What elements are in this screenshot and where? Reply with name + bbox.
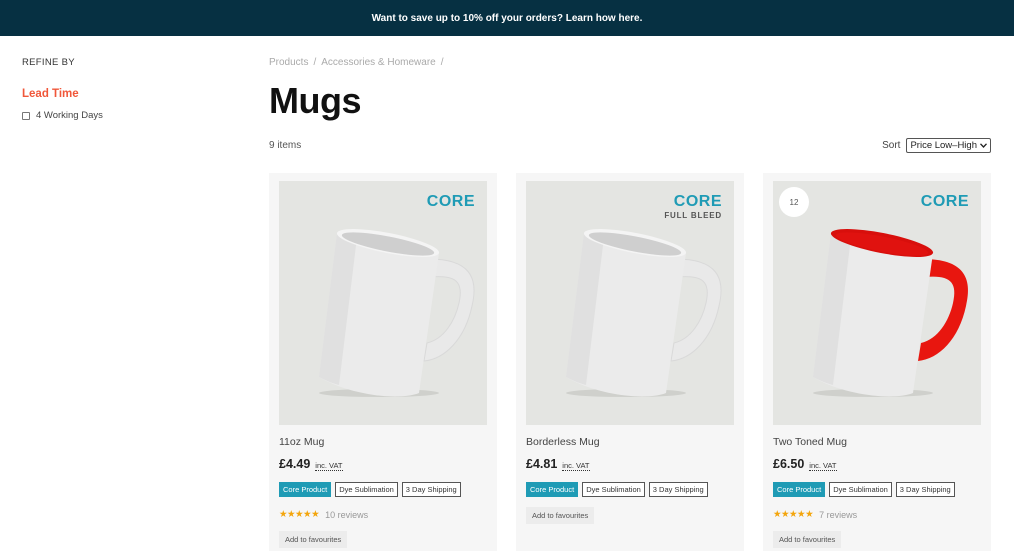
- color-count-badge: 12: [779, 187, 809, 217]
- add-to-favourites-button[interactable]: Add to favourites: [526, 507, 595, 524]
- product-rating[interactable]: ★★★★★ 7 reviews: [773, 509, 857, 520]
- review-count[interactable]: 7 reviews: [819, 510, 857, 520]
- breadcrumb: Products / Accessories & Homeware /: [269, 57, 444, 68]
- product-price: £4.49 inc. VAT: [279, 457, 343, 471]
- product-image[interactable]: CORE: [279, 181, 487, 425]
- tag-core-product: Core Product: [526, 482, 579, 497]
- core-logo: CORE: [673, 193, 722, 210]
- item-count: 9 items: [269, 140, 302, 151]
- price-value: £4.49: [279, 457, 311, 471]
- product-name[interactable]: Two Toned Mug: [773, 436, 847, 448]
- facet-lead-time-title[interactable]: Lead Time: [22, 88, 222, 100]
- promo-banner-text[interactable]: Want to save up to 10% off your orders? …: [372, 13, 643, 24]
- vat-label: inc. VAT: [809, 461, 837, 471]
- breadcrumb-separator: /: [440, 57, 444, 68]
- product-price: £6.50 inc. VAT: [773, 457, 837, 471]
- breadcrumb-accessories-homeware[interactable]: Accessories & Homeware: [321, 57, 435, 68]
- refine-by-label: REFINE BY: [22, 57, 75, 68]
- product-image[interactable]: 12 CORE: [773, 181, 981, 425]
- product-tags: Core Product Dye Sublimation 3 Day Shipp…: [279, 482, 461, 497]
- product-name[interactable]: Borderless Mug: [526, 436, 600, 448]
- tag-core-product: Core Product: [279, 482, 332, 497]
- chevron-down-icon: [980, 140, 987, 151]
- tag-3-day-shipping: 3 Day Shipping: [401, 482, 461, 497]
- add-to-favourites-button[interactable]: Add to favourites: [773, 531, 842, 548]
- product-tags: Core Product Dye Sublimation 3 Day Shipp…: [526, 482, 708, 497]
- core-full-bleed-label: FULL BLEED: [664, 211, 722, 220]
- star-rating-icon: ★★★★★: [279, 509, 320, 520]
- tag-core-product: Core Product: [773, 482, 826, 497]
- star-rating-icon: ★★★★★: [773, 509, 814, 520]
- facet-checkbox[interactable]: [22, 111, 30, 120]
- vat-label: inc. VAT: [562, 461, 590, 471]
- breadcrumb-products[interactable]: Products: [269, 57, 308, 68]
- page-title: Mugs: [269, 80, 362, 121]
- filter-sidebar: REFINE BY Lead Time 4 Working Days: [22, 57, 222, 121]
- mug-image: [319, 229, 475, 397]
- tag-dye-sublimation: Dye Sublimation: [335, 482, 398, 497]
- product-card[interactable]: 12 CORE Two Toned Mug £6.50 inc. VAT Cor…: [763, 173, 991, 551]
- product-image[interactable]: CORE FULL BLEED: [526, 181, 734, 425]
- tag-dye-sublimation: Dye Sublimation: [829, 482, 892, 497]
- tag-dye-sublimation: Dye Sublimation: [582, 482, 645, 497]
- price-value: £6.50: [773, 457, 805, 471]
- product-price: £4.81 inc. VAT: [526, 457, 590, 471]
- product-card[interactable]: CORE 11oz Mug £4.49 inc. VAT Core Produc…: [269, 173, 497, 551]
- tag-3-day-shipping: 3 Day Shipping: [648, 482, 708, 497]
- product-card[interactable]: CORE FULL BLEED Borderless Mug £4.81 inc…: [516, 173, 744, 551]
- product-name[interactable]: 11oz Mug: [279, 436, 324, 448]
- sort-control: Sort Price Low–High: [882, 138, 991, 153]
- core-logo: CORE: [920, 193, 969, 210]
- facet-option-label: 4 Working Days: [36, 110, 103, 121]
- sort-selected-value: Price Low–High: [910, 140, 977, 151]
- product-rating[interactable]: ★★★★★ 10 reviews: [279, 509, 368, 520]
- sort-label: Sort: [882, 140, 901, 151]
- mug-image: [813, 229, 969, 397]
- sort-select[interactable]: Price Low–High: [906, 138, 991, 153]
- promo-banner[interactable]: Want to save up to 10% off your orders? …: [0, 0, 1014, 36]
- breadcrumb-separator: /: [313, 57, 317, 68]
- vat-label: inc. VAT: [315, 461, 343, 471]
- core-logo: CORE: [426, 193, 475, 210]
- price-value: £4.81: [526, 457, 558, 471]
- review-count[interactable]: 10 reviews: [325, 510, 368, 520]
- facet-option-4-working-days[interactable]: 4 Working Days: [22, 110, 222, 121]
- tag-3-day-shipping: 3 Day Shipping: [895, 482, 955, 497]
- add-to-favourites-button[interactable]: Add to favourites: [279, 531, 348, 548]
- product-tags: Core Product Dye Sublimation 3 Day Shipp…: [773, 482, 955, 497]
